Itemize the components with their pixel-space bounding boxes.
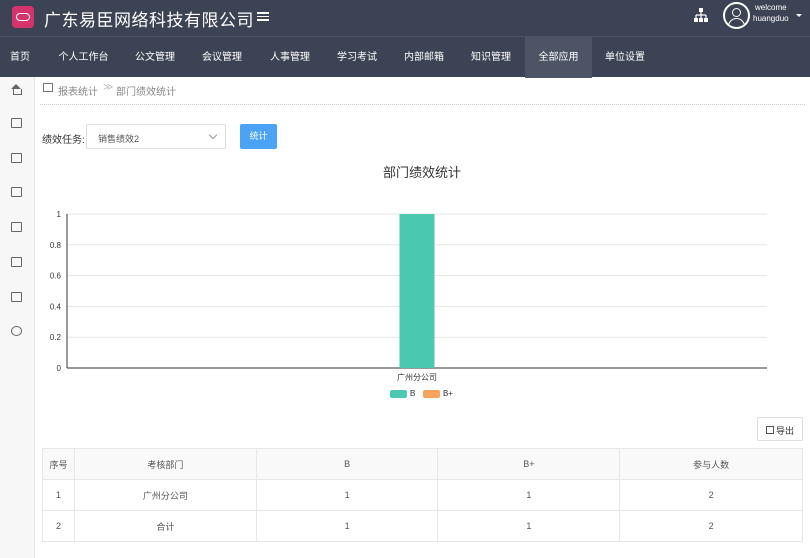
company-name: 广东易臣网络科技有限公司 xyxy=(44,11,254,30)
chevron-down-icon xyxy=(208,130,218,140)
export-icon xyxy=(766,426,774,434)
export-label: 导出 xyxy=(776,426,795,436)
task-select-value: 销售绩效2 xyxy=(98,134,140,144)
bar-chart: 0 0.2 0.4 0.6 0.8 1 广州分公司 xyxy=(50,210,767,382)
nav-item-4[interactable]: 人事管理 xyxy=(262,37,318,78)
settings-icon[interactable] xyxy=(11,326,22,336)
org-chart-icon[interactable] xyxy=(693,7,709,23)
legend-swatch xyxy=(390,390,407,398)
table-header-cell: B+ xyxy=(437,448,621,480)
breadcrumb-current: 部门绩效统计 xyxy=(116,87,176,98)
task-label: 绩效任务: xyxy=(42,135,85,146)
nav-item-1[interactable]: 个人工作台 xyxy=(47,37,120,78)
table-cell: 1 xyxy=(437,510,621,542)
form-icon[interactable] xyxy=(11,187,22,197)
y-tick-label: 1 xyxy=(57,210,62,219)
y-tick-label: 0 xyxy=(57,364,62,373)
table-cell: 2 xyxy=(42,510,75,542)
cloud-logo-icon[interactable] xyxy=(12,6,34,28)
table-cell: 1 xyxy=(255,479,439,511)
task-select[interactable]: 销售绩效2 xyxy=(86,124,226,149)
notice-icon[interactable] xyxy=(11,153,22,163)
monitor-icon[interactable] xyxy=(11,292,22,302)
table-row: 1 广州分公司 1 1 2 xyxy=(42,479,803,511)
table-row: 2 合计 1 1 2 xyxy=(42,510,803,542)
nav-item-7[interactable]: 知识管理 xyxy=(463,37,519,78)
icon-sidebar xyxy=(0,77,35,558)
calendar-icon[interactable] xyxy=(11,222,22,232)
chart-title: 部门绩效统计 xyxy=(382,165,461,180)
breadcrumb-separator: ≫ xyxy=(103,82,114,93)
y-tick-label: 0.2 xyxy=(50,333,62,342)
user-welcome: welcome xyxy=(755,3,787,12)
legend-label: B xyxy=(410,389,416,398)
nav-item-3[interactable]: 会议管理 xyxy=(194,37,250,78)
y-tick-label: 0.6 xyxy=(50,272,62,281)
table-cell: 广州分公司 xyxy=(73,479,257,511)
x-tick-label: 广州分公司 xyxy=(397,372,437,382)
nav-item-5[interactable]: 学习考试 xyxy=(329,37,385,78)
export-button[interactable]: 导出 xyxy=(757,417,803,441)
statistics-button[interactable]: 统计 xyxy=(240,124,277,149)
document-icon[interactable] xyxy=(11,118,22,128)
nav-item-6[interactable]: 内部邮箱 xyxy=(396,37,452,78)
legend-label: B+ xyxy=(443,389,454,398)
top-header: 广东易臣网络科技有限公司 welcome huangduo xyxy=(0,0,810,36)
breadcrumb-parent[interactable]: 报表统计 xyxy=(58,83,98,98)
table-cell: 1 xyxy=(255,510,439,542)
table-cell: 2 xyxy=(619,479,803,511)
y-tick-label: 0.4 xyxy=(50,302,62,311)
chart-icon xyxy=(43,83,53,92)
user-name[interactable]: huangduo xyxy=(753,14,789,23)
table-header-cell: B xyxy=(255,448,439,480)
table-header-cell: 考核部门 xyxy=(73,448,257,480)
nav-item-2[interactable]: 公文管理 xyxy=(127,37,183,78)
nav-item-8[interactable]: 全部应用 xyxy=(525,37,592,78)
home-icon[interactable] xyxy=(11,84,22,95)
table-icon[interactable] xyxy=(11,257,22,267)
bar-B[interactable] xyxy=(399,214,435,368)
user-avatar[interactable] xyxy=(723,2,750,29)
nav-item-9[interactable]: 单位设置 xyxy=(597,37,653,78)
y-tick-label: 0.8 xyxy=(50,241,62,250)
legend-swatch xyxy=(423,390,440,398)
table-header-cell: 序号 xyxy=(42,448,75,480)
stats-table: 序号 考核部门 B B+ 参与人数 1 广州分公司 1 1 2 2 合计 1 1 2 xyxy=(42,448,803,542)
table-header-cell: 参与人数 xyxy=(619,448,803,480)
table-cell: 1 xyxy=(42,479,75,511)
caret-down-icon[interactable] xyxy=(796,14,802,17)
table-cell: 合计 xyxy=(73,510,257,542)
divider xyxy=(40,104,805,105)
menu-toggle-icon[interactable] xyxy=(257,10,269,22)
table-header-row: 序号 考核部门 B B+ 参与人数 xyxy=(42,448,803,480)
table-cell: 2 xyxy=(619,510,803,542)
table-cell: 1 xyxy=(437,479,621,511)
main-nav: 首页 个人工作台 公文管理 会议管理 人事管理 学习考试 内部邮箱 知识管理 全部应用 单位设置 xyxy=(0,36,810,78)
nav-item-0[interactable]: 首页 xyxy=(0,37,40,78)
